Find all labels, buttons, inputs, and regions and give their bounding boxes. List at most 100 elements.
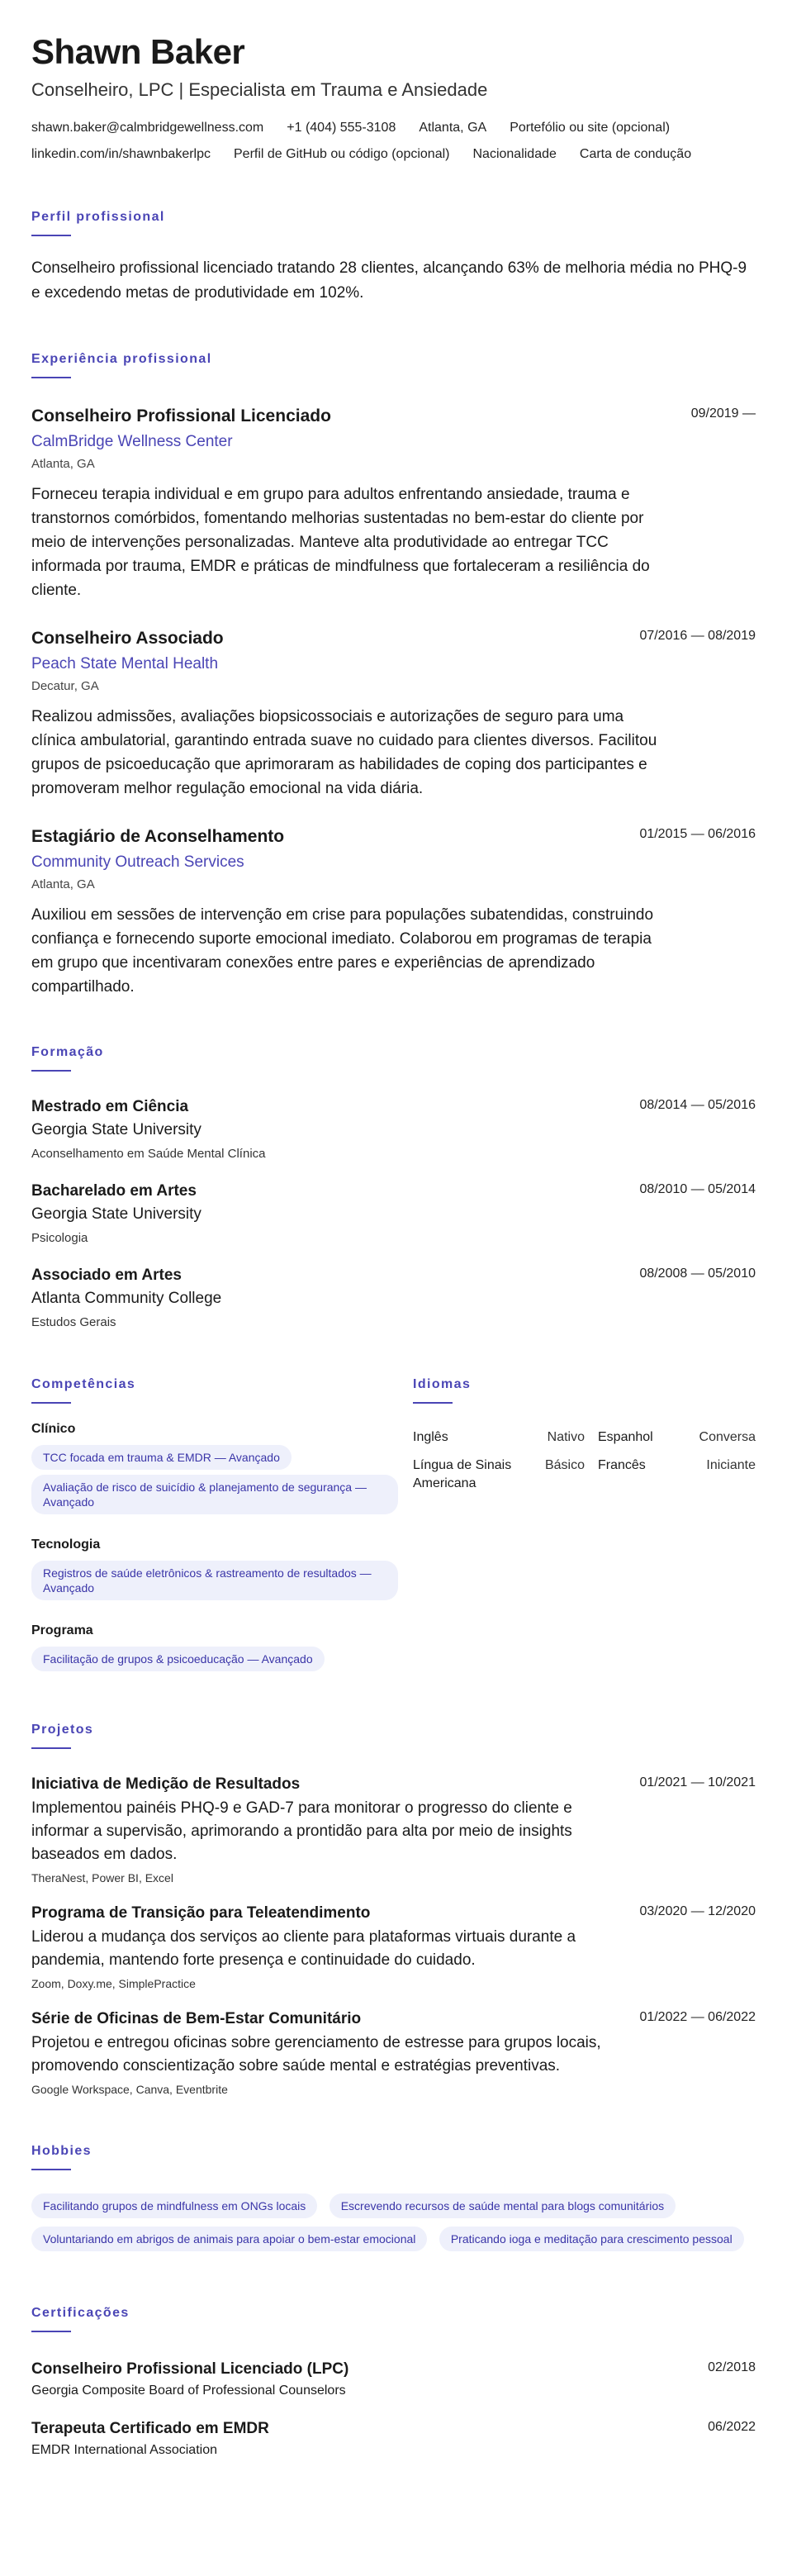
job-dates: 07/2016 — 08/2019: [639, 629, 756, 643]
education-dates: 08/2008 — 05/2010: [639, 1267, 756, 1281]
language-level: Iniciante: [706, 1458, 756, 1472]
skills-languages-row: Competências Clínico TCC focada em traum…: [31, 1376, 756, 1676]
hobby-chip: Escrevendo recursos de saúde mental para…: [329, 2193, 676, 2218]
projects-section: Projetos Iniciativa de Medição de Result…: [31, 1721, 756, 2098]
employer-name: Community Outreach Services: [31, 853, 244, 871]
certification-issuer: EMDR International Association: [31, 2443, 217, 2457]
skill-chip: Registros de saúde eletrônicos & rastrea…: [31, 1561, 398, 1600]
section-divider: [31, 2331, 71, 2332]
language-level: Básico: [544, 1458, 585, 1472]
section-title: Hobbies: [31, 2144, 92, 2158]
hobbies-section: Hobbies Facilitando grupos de mindfulnes…: [31, 2142, 756, 2260]
job-description: Realizou admissões, avaliações biopsicos…: [31, 708, 657, 797]
language-name: Língua de Sinais Americana: [413, 1458, 512, 1490]
education-item: Bacharelado em Artes 08/2010 — 05/2014 G…: [31, 1181, 756, 1247]
project-tools: TheraNest, Power BI, Excel: [31, 1871, 173, 1884]
contact-portfolio[interactable]: Portefólio ou site (opcional): [510, 119, 670, 137]
certification-issuer: Georgia Composite Board of Professional …: [31, 2384, 346, 2398]
language-list: Inglês Nativo Espanhol Conversa Língua d…: [413, 1428, 756, 1493]
section-title: Formação: [31, 1045, 104, 1059]
section-divider: [31, 1402, 71, 1404]
skill-chip-list: Registros de saúde eletrônicos & rastrea…: [31, 1561, 403, 1605]
education-list: Mestrado em Ciência 08/2014 — 05/2016 Ge…: [31, 1096, 756, 1331]
certification-title: Terapeuta Certificado em EMDR: [31, 2420, 269, 2437]
skill-group-technology: Tecnologia Registros de saúde eletrônico…: [31, 1536, 403, 1605]
project-list: Iniciativa de Medição de Resultados 01/2…: [31, 1774, 756, 2098]
education-section: Formação Mestrado em Ciência 08/2014 — 0…: [31, 1043, 756, 1331]
job-location: Atlanta, GA: [31, 457, 95, 471]
language-level: Conversa: [699, 1430, 756, 1444]
language-name: Inglês: [413, 1430, 448, 1444]
school-name: Georgia State University: [31, 1121, 201, 1138]
field-of-study: Psicologia: [31, 1231, 88, 1245]
experience-list: Conselheiro Profissional Licenciado 09/2…: [31, 405, 756, 999]
section-divider: [31, 235, 71, 236]
field-of-study: Aconselhamento em Saúde Mental Clínica: [31, 1147, 266, 1161]
section-divider: [31, 1747, 71, 1749]
job-location: Atlanta, GA: [31, 877, 95, 891]
certification-date: 06/2022: [708, 2420, 756, 2434]
skills-section: Competências Clínico TCC focada em traum…: [31, 1376, 403, 1676]
contact-phone[interactable]: +1 (404) 555-3108: [287, 119, 396, 137]
contact-github[interactable]: Perfil de GitHub ou código (opcional): [234, 145, 449, 164]
job-title: Conselheiro Profissional Licenciado: [31, 406, 331, 425]
job-location: Decatur, GA: [31, 679, 99, 693]
job-description: Forneceu terapia individual e em grupo p…: [31, 486, 650, 599]
resume-page: Shawn Baker Conselheiro, LPC | Especiali…: [0, 0, 787, 2576]
job-dates: 09/2019 —: [690, 406, 756, 421]
project-item: Programa de Transição para Teleatendimen…: [31, 1903, 756, 1992]
experience-item: Conselheiro Associado 07/2016 — 08/2019 …: [31, 627, 756, 801]
language-level: Nativo: [547, 1430, 585, 1444]
contact-email[interactable]: shawn.baker@calmbridgewellness.com: [31, 119, 263, 137]
hobby-chip-list: Facilitando grupos de mindfulness em ONG…: [31, 2193, 756, 2260]
education-dates: 08/2010 — 05/2014: [639, 1182, 756, 1196]
project-dates: 03/2020 — 12/2020: [639, 1904, 756, 1918]
section-title: Experiência profissional: [31, 352, 212, 366]
experience-item: Estagiário de Aconselhamento 01/2015 — 0…: [31, 825, 756, 999]
project-dates: 01/2021 — 10/2021: [639, 1775, 756, 1789]
section-divider: [31, 2169, 71, 2170]
contact-linkedin[interactable]: linkedin.com/in/shawnbakerlpc: [31, 145, 211, 164]
summary-section: Perfil profissional Conselheiro profissi…: [31, 208, 756, 306]
project-item: Série de Oficinas de Bem-Estar Comunitár…: [31, 2008, 756, 2098]
section-divider: [31, 377, 71, 378]
summary-text: Conselheiro profissional licenciado trat…: [31, 259, 747, 302]
language-name: Espanhol: [598, 1430, 653, 1444]
section-title: Perfil profissional: [31, 210, 165, 224]
experience-item: Conselheiro Profissional Licenciado 09/2…: [31, 405, 756, 602]
skill-chip: Facilitação de grupos & psicoeducação — …: [31, 1647, 325, 1671]
certification-item: Terapeuta Certificado em EMDR 06/2022 EM…: [31, 2418, 756, 2460]
project-description: Implementou painéis PHQ-9 e GAD-7 para m…: [31, 1799, 572, 1863]
section-title: Certificações: [31, 2306, 130, 2320]
skill-group-clinical: Clínico TCC focada em trauma & EMDR — Av…: [31, 1420, 403, 1519]
certification-list: Conselheiro Profissional Licenciado (LPC…: [31, 2359, 756, 2460]
skill-group-program: Programa Facilitação de grupos & psicoed…: [31, 1622, 403, 1676]
certification-item: Conselheiro Profissional Licenciado (LPC…: [31, 2359, 756, 2400]
project-tools: Zoom, Doxy.me, SimplePractice: [31, 1977, 196, 1990]
contact-nationality: Nacionalidade: [472, 147, 557, 161]
section-title: Idiomas: [413, 1377, 472, 1391]
languages-section: Idiomas Inglês Nativo Espanhol Conversa …: [413, 1376, 756, 1676]
candidate-headline: Conselheiro, LPC | Especialista em Traum…: [31, 79, 488, 100]
education-item: Mestrado em Ciência 08/2014 — 05/2016 Ge…: [31, 1096, 756, 1162]
project-description: Projetou e entregou oficinas sobre geren…: [31, 2034, 601, 2075]
resume-header: Shawn Baker Conselheiro, LPC | Especiali…: [31, 31, 756, 164]
project-description: Liderou a mudança dos serviços ao client…: [31, 1928, 576, 1969]
project-tools: Google Workspace, Canva, Eventbrite: [31, 2083, 228, 2096]
skill-group-title: Clínico: [31, 1422, 76, 1436]
contact-driving-license: Carta de condução: [579, 147, 692, 161]
contact-list: shawn.baker@calmbridgewellness.com +1 (4…: [31, 119, 756, 164]
language-name: Francês: [598, 1458, 646, 1472]
skill-chip-list: TCC focada em trauma & EMDR — Avançado A…: [31, 1445, 403, 1519]
section-divider: [31, 1070, 71, 1072]
job-description: Auxiliou em sessões de intervenção em cr…: [31, 906, 654, 996]
hobby-chip: Praticando ioga e meditação para crescim…: [439, 2227, 744, 2251]
candidate-name: Shawn Baker: [31, 32, 245, 71]
employer-name: Peach State Mental Health: [31, 655, 219, 673]
section-title: Projetos: [31, 1723, 94, 1737]
certification-date: 02/2018: [708, 2360, 756, 2374]
employer-name: CalmBridge Wellness Center: [31, 433, 233, 450]
experience-section: Experiência profissional Conselheiro Pro…: [31, 350, 756, 999]
certification-title: Conselheiro Profissional Licenciado (LPC…: [31, 2360, 349, 2378]
job-dates: 01/2015 — 06/2016: [639, 827, 756, 841]
